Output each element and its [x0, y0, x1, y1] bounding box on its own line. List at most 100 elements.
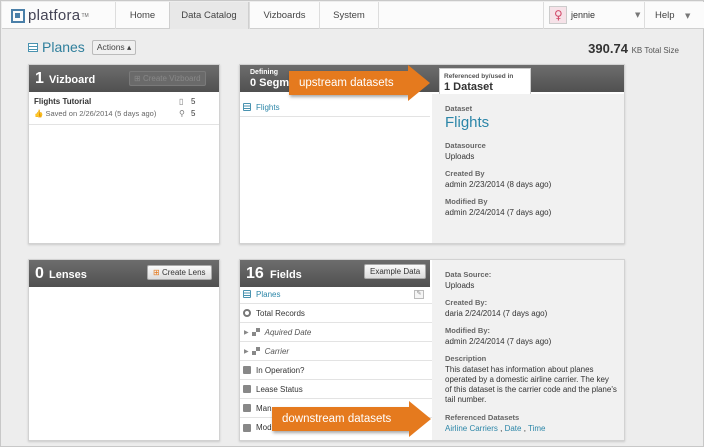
list-item[interactable]: In Operation? [240, 361, 432, 380]
field-row-label: In Operation? [256, 365, 305, 375]
expand-arrow-icon[interactable]: ▶ [244, 348, 249, 355]
upstream-callout: upstream datasets [289, 65, 439, 101]
field-row-label: Carrier [264, 346, 290, 356]
modified-by-value: admin 2/24/2014 (7 days ago) [445, 208, 552, 217]
modified-by-label: Modified By [445, 197, 488, 206]
downstream-callout-text: downstream datasets [272, 407, 410, 431]
dataset-name-link[interactable]: Flights [445, 114, 489, 131]
user-count-icon: ⚲ [179, 109, 185, 118]
vizboard-label: Vizboard [49, 74, 96, 86]
list-item[interactable]: ▶ Aquired Date [240, 323, 432, 342]
vizboard-stat-pages: 5 [191, 97, 196, 106]
dataset-icon [28, 42, 38, 52]
user-menu[interactable]: jennie ▼ [543, 2, 645, 29]
measure-icon [243, 309, 251, 317]
list-item[interactable]: ▶ Carrier [240, 342, 432, 361]
dataset-detail: Dataset Flights Datasource Uploads Creat… [432, 94, 624, 243]
total-size-value: 390.74 [588, 41, 628, 56]
description-text: This dataset has information about plane… [445, 365, 617, 404]
referenced-by-label: Referenced by/used in [444, 73, 514, 80]
vizboard-item[interactable]: Flights Tutorial 👍 Saved on 2/26/2014 (5… [29, 92, 219, 125]
chevron-down-icon: ▼ [685, 12, 691, 20]
page-title: Planes [42, 39, 85, 55]
saved-text: Saved on 2/26/2014 (5 days ago) [45, 109, 157, 118]
reference-icon [251, 328, 260, 336]
datasource-label: Datasource [445, 141, 486, 150]
defining-label: Defining [250, 69, 278, 76]
tab-data-catalog[interactable]: Data Catalog [169, 2, 249, 29]
upstream-callout-text: upstream datasets [289, 71, 409, 95]
modified-by-value: admin 2/24/2014 (7 days ago) [445, 337, 552, 346]
dataset-detail: Data Source: Uploads Created By: daria 2… [432, 260, 624, 440]
dataset-row-label: Flights [256, 102, 280, 112]
example-data-button[interactable]: Example Data [364, 264, 427, 279]
app-window: platfora TM Home Data Catalog Vizboards … [0, 0, 704, 447]
datasource-value: Uploads [445, 152, 475, 161]
field-row-label: Mod [256, 423, 272, 432]
fields-label: Fields [270, 269, 302, 281]
total-size-unit: KB Total Size [631, 46, 679, 55]
list-item[interactable]: Total Records [240, 304, 432, 323]
create-vizboard-label: Create Vizboard [142, 74, 201, 83]
created-by-label: Created By [445, 169, 485, 178]
expand-arrow-icon[interactable]: ▶ [244, 329, 249, 336]
ref-link-date[interactable]: Date [505, 424, 522, 433]
page-header: Planes Actions ▴ [28, 39, 137, 55]
list-item[interactable]: Lease Status [240, 380, 432, 399]
edit-icon[interactable]: ✎ [414, 290, 424, 299]
list-item[interactable]: Planes ✎ [240, 285, 432, 304]
vizboard-panel: 1 Vizboard ⊞ Create Vizboard Flights Tut… [28, 64, 220, 244]
field-row-label: Aquired Date [264, 327, 312, 337]
vizboard-stat-users: 5 [191, 109, 196, 118]
tab-vizboards[interactable]: Vizboards [249, 2, 319, 29]
total-size: 390.74 KB Total Size [588, 41, 679, 56]
modified-by-label: Modified By: [445, 326, 490, 335]
user-name: jennie [571, 10, 596, 20]
tab-referenced-by[interactable]: Referenced by/used in 1 Dataset [439, 68, 531, 94]
dataset-icon [243, 290, 251, 298]
logo-icon [11, 8, 25, 23]
logo-text: platfora [28, 7, 81, 24]
created-by-value: admin 2/23/2014 (8 days ago) [445, 180, 552, 189]
add-icon: ⊞ [153, 268, 160, 277]
downstream-callout: downstream datasets [272, 401, 440, 437]
fields-panel-header: 16 Fields Example Data [240, 260, 430, 287]
top-nav: platfora TM Home Data Catalog Vizboards … [2, 2, 704, 29]
field-row-label: Man [256, 403, 272, 413]
tab-system[interactable]: System [319, 2, 379, 29]
actions-label: Actions [96, 41, 125, 52]
description-label: Description [445, 354, 487, 363]
field-row-label: Total Records [256, 308, 305, 318]
referenced-count: 1 Dataset [444, 81, 493, 93]
field-row-label: Planes [256, 289, 281, 299]
field-icon [243, 366, 251, 374]
callout-arrow-tip [408, 65, 430, 101]
reference-icon [251, 347, 260, 355]
lenses-panel-header: 0 Lenses ⊞ Create Lens [29, 260, 219, 287]
create-vizboard-button[interactable]: ⊞ Create Vizboard [129, 71, 206, 86]
created-by-label: Created By: [445, 298, 488, 307]
referenced-datasets-label: Referenced Datasets [445, 413, 520, 422]
referenced-datasets-links: Airline Carriers , Date , Time [445, 424, 546, 433]
help-label: Help [655, 10, 675, 21]
callout-arrow-tip [409, 401, 431, 437]
logo-trademark: TM [81, 12, 89, 19]
field-row-label: Lease Status [256, 384, 303, 394]
lenses-count: 0 [35, 265, 44, 282]
create-lens-button[interactable]: ⊞ Create Lens [147, 265, 212, 280]
field-icon [243, 385, 251, 393]
created-by-value: daria 2/24/2014 (7 days ago) [445, 309, 548, 318]
actions-button[interactable]: Actions ▴ [91, 39, 137, 55]
chevron-down-icon: ▼ [635, 11, 641, 19]
ref-link-airline-carriers[interactable]: Airline Carriers [445, 424, 498, 433]
fields-count: 16 [246, 265, 264, 282]
page-count-icon: ▯ [179, 97, 184, 106]
data-source-value: Uploads [445, 281, 475, 290]
dataset-icon [243, 103, 251, 111]
help-menu[interactable]: Help ▼ [645, 2, 695, 29]
field-icon [243, 404, 251, 412]
ref-link-time[interactable]: Time [528, 424, 545, 433]
lenses-panel: 0 Lenses ⊞ Create Lens [28, 259, 220, 441]
platfora-logo[interactable]: platfora TM [11, 7, 89, 24]
tab-home[interactable]: Home [115, 2, 169, 29]
